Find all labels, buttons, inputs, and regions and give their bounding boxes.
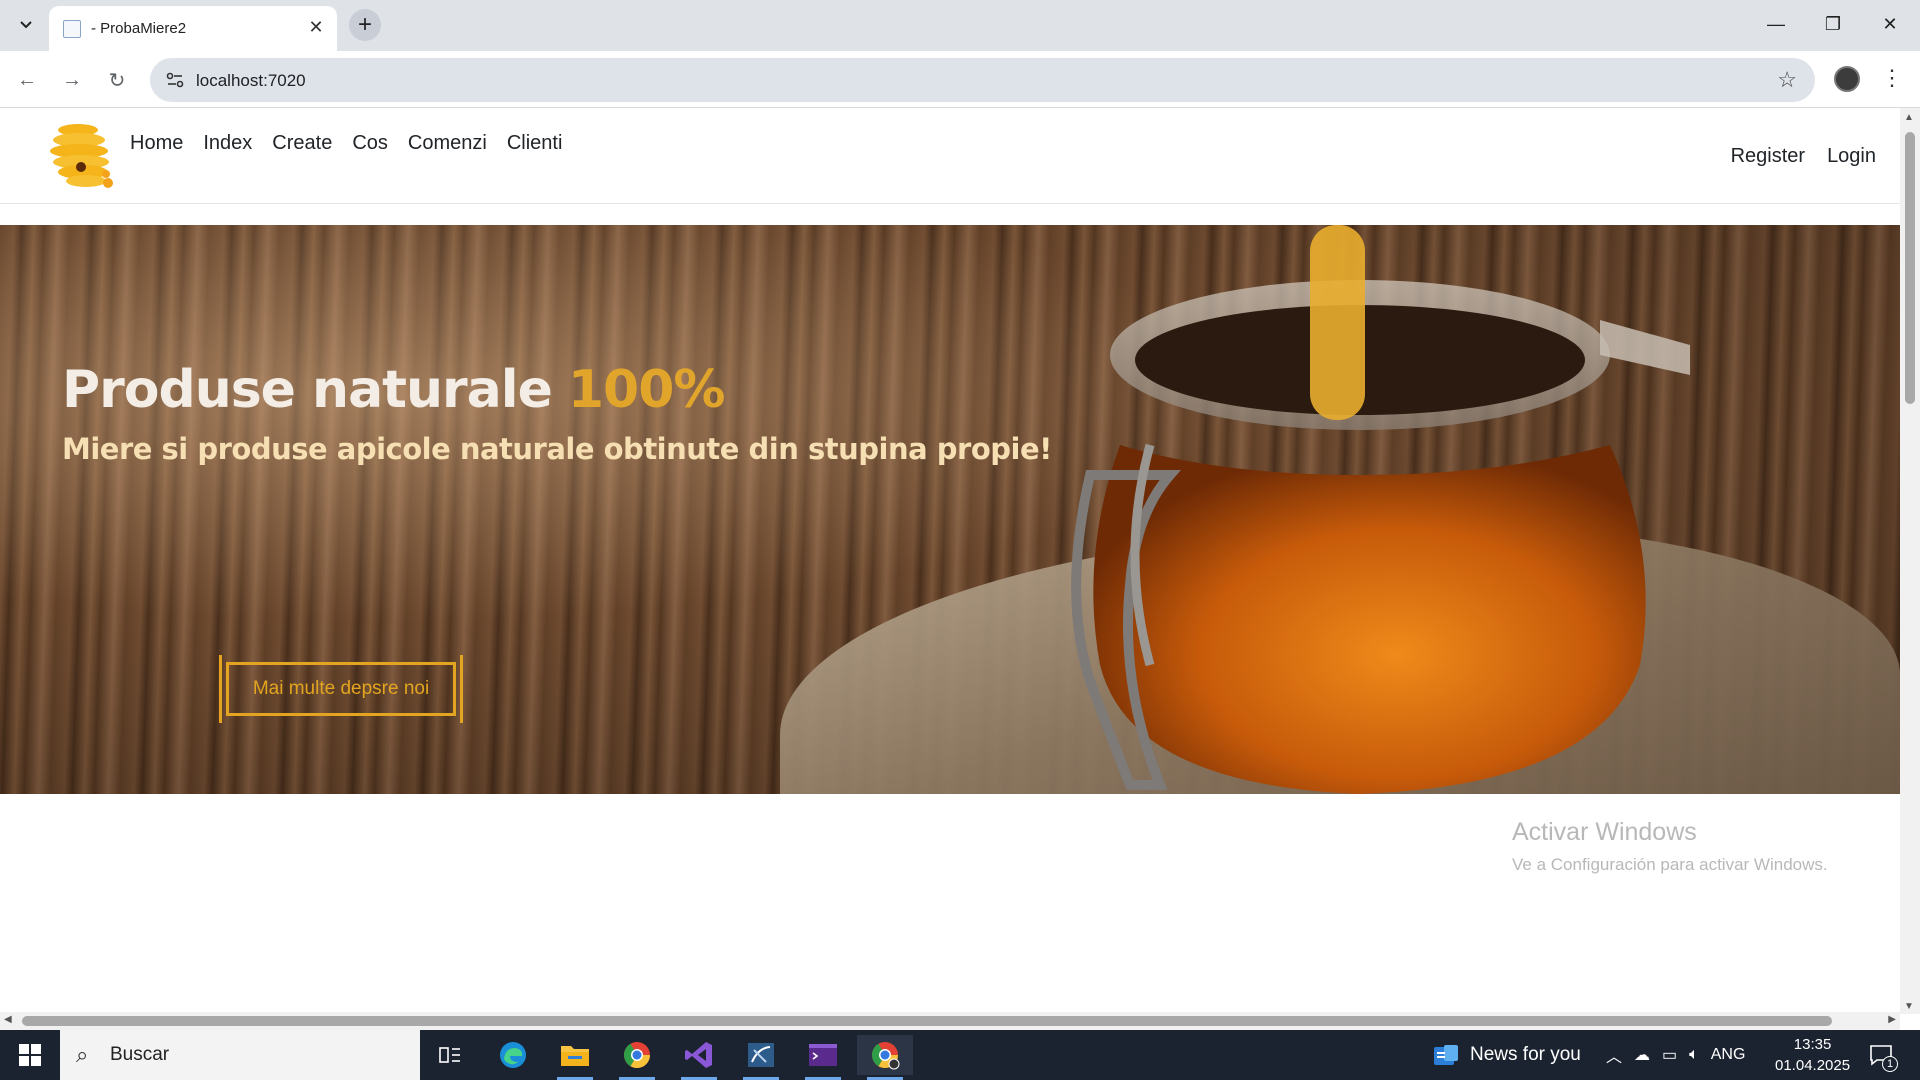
nav-cos[interactable]: Cos <box>352 132 388 155</box>
volume-icon[interactable]: 🔈︎ <box>1689 1046 1699 1064</box>
browser-tab-strip: - ProbaMiere2 ✕ + — ❐ ✕ <box>0 0 1920 51</box>
taskbar-search-box[interactable]: ⌕ Buscar <box>60 1030 420 1080</box>
nav-clienti[interactable]: Clienti <box>507 132 563 155</box>
about-us-button[interactable]: Mai multe depsre noi <box>219 655 463 723</box>
edge-browser-icon[interactable] <box>485 1035 541 1075</box>
notification-count: 1 <box>1882 1056 1898 1072</box>
taskbar-search-placeholder: Buscar <box>110 1044 170 1065</box>
vertical-scroll-thumb[interactable] <box>1905 132 1915 404</box>
watermark-title: Activar Windows <box>1512 818 1697 846</box>
scroll-right-icon[interactable]: ▶ <box>1888 1014 1896 1025</box>
nav-comenzi[interactable]: Comenzi <box>408 132 487 155</box>
windows-start-icon[interactable] <box>0 1030 60 1080</box>
browser-toolbar: ← → ↻ localhost:7020 ☆ <box>0 51 1920 108</box>
watermark-subtitle: Ve a Configuración para activar Windows. <box>1512 855 1828 874</box>
site-info-icon[interactable] <box>161 66 189 94</box>
url-text: localhost:7020 <box>196 71 306 90</box>
forward-icon[interactable]: → <box>56 64 88 96</box>
auth-links: Register Login <box>1731 145 1876 168</box>
chevron-up-icon[interactable]: ︿ <box>1606 1043 1622 1067</box>
search-icon: ⌕ <box>76 1042 89 1067</box>
hero-title-text: Produse naturale <box>62 360 553 420</box>
vertical-scrollbar[interactable]: ▲ ▼ <box>1900 108 1920 1014</box>
page-favicon-icon <box>63 20 81 38</box>
minimize-button[interactable]: — <box>1748 0 1804 48</box>
login-link[interactable]: Login <box>1827 145 1876 168</box>
tab-search-dropdown-icon[interactable] <box>13 12 39 38</box>
nav-create[interactable]: Create <box>272 132 332 155</box>
language-indicator[interactable]: ANG <box>1711 1046 1746 1064</box>
horizontal-scrollbar[interactable]: ◀ ▶ <box>0 1012 1900 1030</box>
register-link[interactable]: Register <box>1731 145 1805 168</box>
close-window-button[interactable]: ✕ <box>1862 0 1918 48</box>
main-menu: Home Index Create Cos Comenzi Clienti <box>130 132 562 155</box>
scroll-down-icon[interactable]: ▼ <box>1904 1001 1914 1012</box>
chrome-active-window-icon[interactable] <box>857 1035 913 1080</box>
tab-title: - ProbaMiere2 <box>91 20 187 37</box>
new-tab-button[interactable]: + <box>349 9 381 41</box>
scroll-up-icon[interactable]: ▲ <box>1904 112 1914 123</box>
chrome-icon[interactable] <box>609 1035 665 1080</box>
page-viewport: Home Index Create Cos Comenzi Clienti Re… <box>0 108 1920 1030</box>
horizontal-scroll-thumb[interactable] <box>22 1016 1832 1026</box>
terminal-icon[interactable] <box>795 1035 851 1080</box>
reload-icon[interactable]: ↻ <box>101 64 133 96</box>
news-icon <box>1434 1045 1458 1065</box>
profile-avatar[interactable] <box>1834 66 1860 92</box>
visual-studio-icon[interactable] <box>671 1035 727 1080</box>
task-view-icon[interactable] <box>422 1035 478 1075</box>
notification-center-icon[interactable]: 1 <box>1866 1040 1898 1072</box>
address-bar[interactable]: localhost:7020 ☆ <box>150 58 1815 102</box>
hero-title-accent: 100% <box>567 360 726 420</box>
nav-index[interactable]: Index <box>203 132 252 155</box>
back-icon[interactable]: ← <box>11 64 43 96</box>
honey-jar-image <box>1071 225 1690 794</box>
sql-server-icon[interactable] <box>733 1035 789 1080</box>
activate-windows-watermark: Activar Windows Ve a Configuración para … <box>1512 818 1828 875</box>
hero-banner: Produse naturale 100% Miere si produse ap… <box>0 225 1900 794</box>
scroll-left-icon[interactable]: ◀ <box>4 1014 12 1025</box>
close-tab-button[interactable]: ✕ <box>305 16 327 38</box>
news-widget[interactable]: News for you <box>1432 1030 1581 1080</box>
nav-home[interactable]: Home <box>130 132 183 155</box>
clock-date: 01.04.2025 <box>1775 1057 1851 1074</box>
file-explorer-icon[interactable] <box>547 1035 603 1080</box>
beehive-logo-icon[interactable] <box>48 120 116 192</box>
clock[interactable]: 13:35 01.04.2025 <box>1775 1034 1850 1076</box>
battery-icon[interactable]: ▭ <box>1662 1045 1677 1065</box>
restore-button[interactable]: ❐ <box>1805 0 1861 48</box>
system-tray: ︿ ☁ ▭ 🔈︎ ANG <box>1606 1030 1745 1080</box>
browser-tab[interactable]: - ProbaMiere2 ✕ <box>49 6 337 51</box>
news-label: News for you <box>1470 1044 1581 1065</box>
bookmark-star-icon[interactable]: ☆ <box>1777 67 1797 93</box>
browser-menu-icon[interactable]: ⋮ <box>1881 62 1903 94</box>
windows-taskbar: ⌕ Buscar News for you ︿ ☁ ▭ 🔈︎ ANG 13:35… <box>0 1030 1920 1080</box>
clock-time: 13:35 <box>1793 1036 1832 1053</box>
site-navbar: Home Index Create Cos Comenzi Clienti Re… <box>0 108 1900 204</box>
hero-title: Produse naturale 100% <box>62 360 726 420</box>
hero-subtitle: Miere si produse apicole naturale obtinu… <box>62 432 1052 466</box>
onedrive-cloud-icon[interactable]: ☁ <box>1634 1045 1650 1065</box>
